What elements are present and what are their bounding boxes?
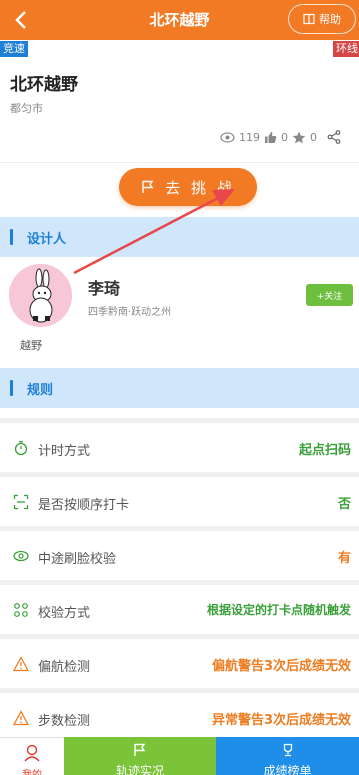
- grid-dots-icon: [14, 603, 28, 617]
- section-marker: [10, 380, 13, 396]
- warning-icon: [13, 710, 29, 726]
- section-title: 设计人: [27, 232, 67, 247]
- nav-track-label: 轨迹实况: [115, 764, 164, 775]
- help-button[interactable]: 帮助: [288, 4, 356, 34]
- page: 北环越野 帮助 竞速 环线 北环越野 都匀市 119 0 0 去 挑 战 设计人…: [0, 0, 359, 775]
- rule-value: 有: [337, 551, 351, 566]
- flag-icon: [142, 180, 154, 193]
- trophy-icon: [283, 743, 292, 757]
- section-title: 规则: [27, 383, 54, 398]
- race-type-tag: 竞速: [0, 41, 28, 57]
- rule-row-face-check: 中途刷脸校验 有: [0, 526, 359, 576]
- rule-label: 计时方式: [38, 444, 91, 459]
- rule-value: 异常警告3次后成绩无效: [211, 713, 351, 728]
- designer-section-header: 设计人: [0, 217, 359, 257]
- avatar[interactable]: [9, 264, 72, 327]
- warning-icon: [13, 656, 29, 672]
- thumbs-up-icon[interactable]: [264, 131, 277, 144]
- top-bar: 北环越野 帮助: [0, 0, 359, 40]
- rule-label: 校验方式: [38, 606, 91, 621]
- route-name: 北环越野: [10, 75, 78, 95]
- rule-row-deviation: 偏航检测 偏航警告3次后成绩无效: [0, 634, 359, 684]
- designer-subtitle: 四季黔南·跃动之州: [88, 307, 172, 318]
- rule-label: 偏航检测: [38, 660, 91, 675]
- challenge-button[interactable]: 去 挑 战: [119, 168, 257, 206]
- eye-icon: [13, 550, 29, 562]
- rabbit-avatar-image: [9, 264, 72, 327]
- nav-rank-button[interactable]: 成绩榜单: [216, 737, 359, 775]
- rules-section-header: 规则: [0, 368, 359, 408]
- section-marker: [10, 229, 13, 245]
- rule-value: 否: [337, 497, 351, 512]
- rule-row-order: 是否按顺序打卡 否: [0, 472, 359, 522]
- rule-value: 根据设定的打卡点随机触发: [206, 603, 351, 617]
- rule-row-steps: 步数检测 异常警告3次后成绩无效: [0, 688, 359, 738]
- stars-count: 0: [310, 130, 317, 144]
- rule-row-timing: 计时方式 起点扫码: [0, 418, 359, 468]
- nav-me-button[interactable]: 我的: [0, 737, 64, 775]
- rule-row-check-method: 校验方式 根据设定的打卡点随机触发: [0, 580, 359, 630]
- route-type-tag: 环线: [333, 41, 359, 57]
- designer-handle: 越野: [20, 339, 42, 352]
- help-label: 帮助: [319, 13, 341, 26]
- stopwatch-icon: [14, 441, 28, 456]
- user-icon: [24, 744, 40, 762]
- views-count: 119: [239, 130, 260, 144]
- rule-label: 是否按顺序打卡: [38, 498, 130, 513]
- nav-track-button[interactable]: 轨迹实况: [64, 737, 216, 775]
- rule-label: 中途刷脸校验: [38, 552, 117, 567]
- book-icon: [303, 13, 315, 25]
- share-icon[interactable]: [327, 130, 341, 144]
- designer-name: 李琦: [88, 279, 121, 298]
- rule-label: 步数检测: [38, 714, 91, 729]
- eye-icon: [220, 131, 235, 143]
- scan-icon: [13, 494, 29, 510]
- divider: [0, 162, 359, 163]
- bottom-nav: 我的 轨迹实况 成绩榜单: [0, 737, 359, 775]
- rule-value: 偏航警告3次后成绩无效: [211, 659, 351, 674]
- rule-value: 起点扫码: [298, 443, 351, 458]
- follow-button[interactable]: +关注: [306, 284, 353, 306]
- flag-icon: [134, 743, 146, 756]
- route-stats: 119 0 0: [220, 130, 341, 144]
- nav-me-label: 我的: [0, 766, 64, 775]
- route-city: 都匀市: [10, 102, 43, 115]
- challenge-label: 去 挑 战: [165, 178, 235, 197]
- star-icon[interactable]: [292, 131, 306, 144]
- likes-count: 0: [281, 130, 288, 144]
- nav-rank-label: 成绩榜单: [263, 764, 312, 775]
